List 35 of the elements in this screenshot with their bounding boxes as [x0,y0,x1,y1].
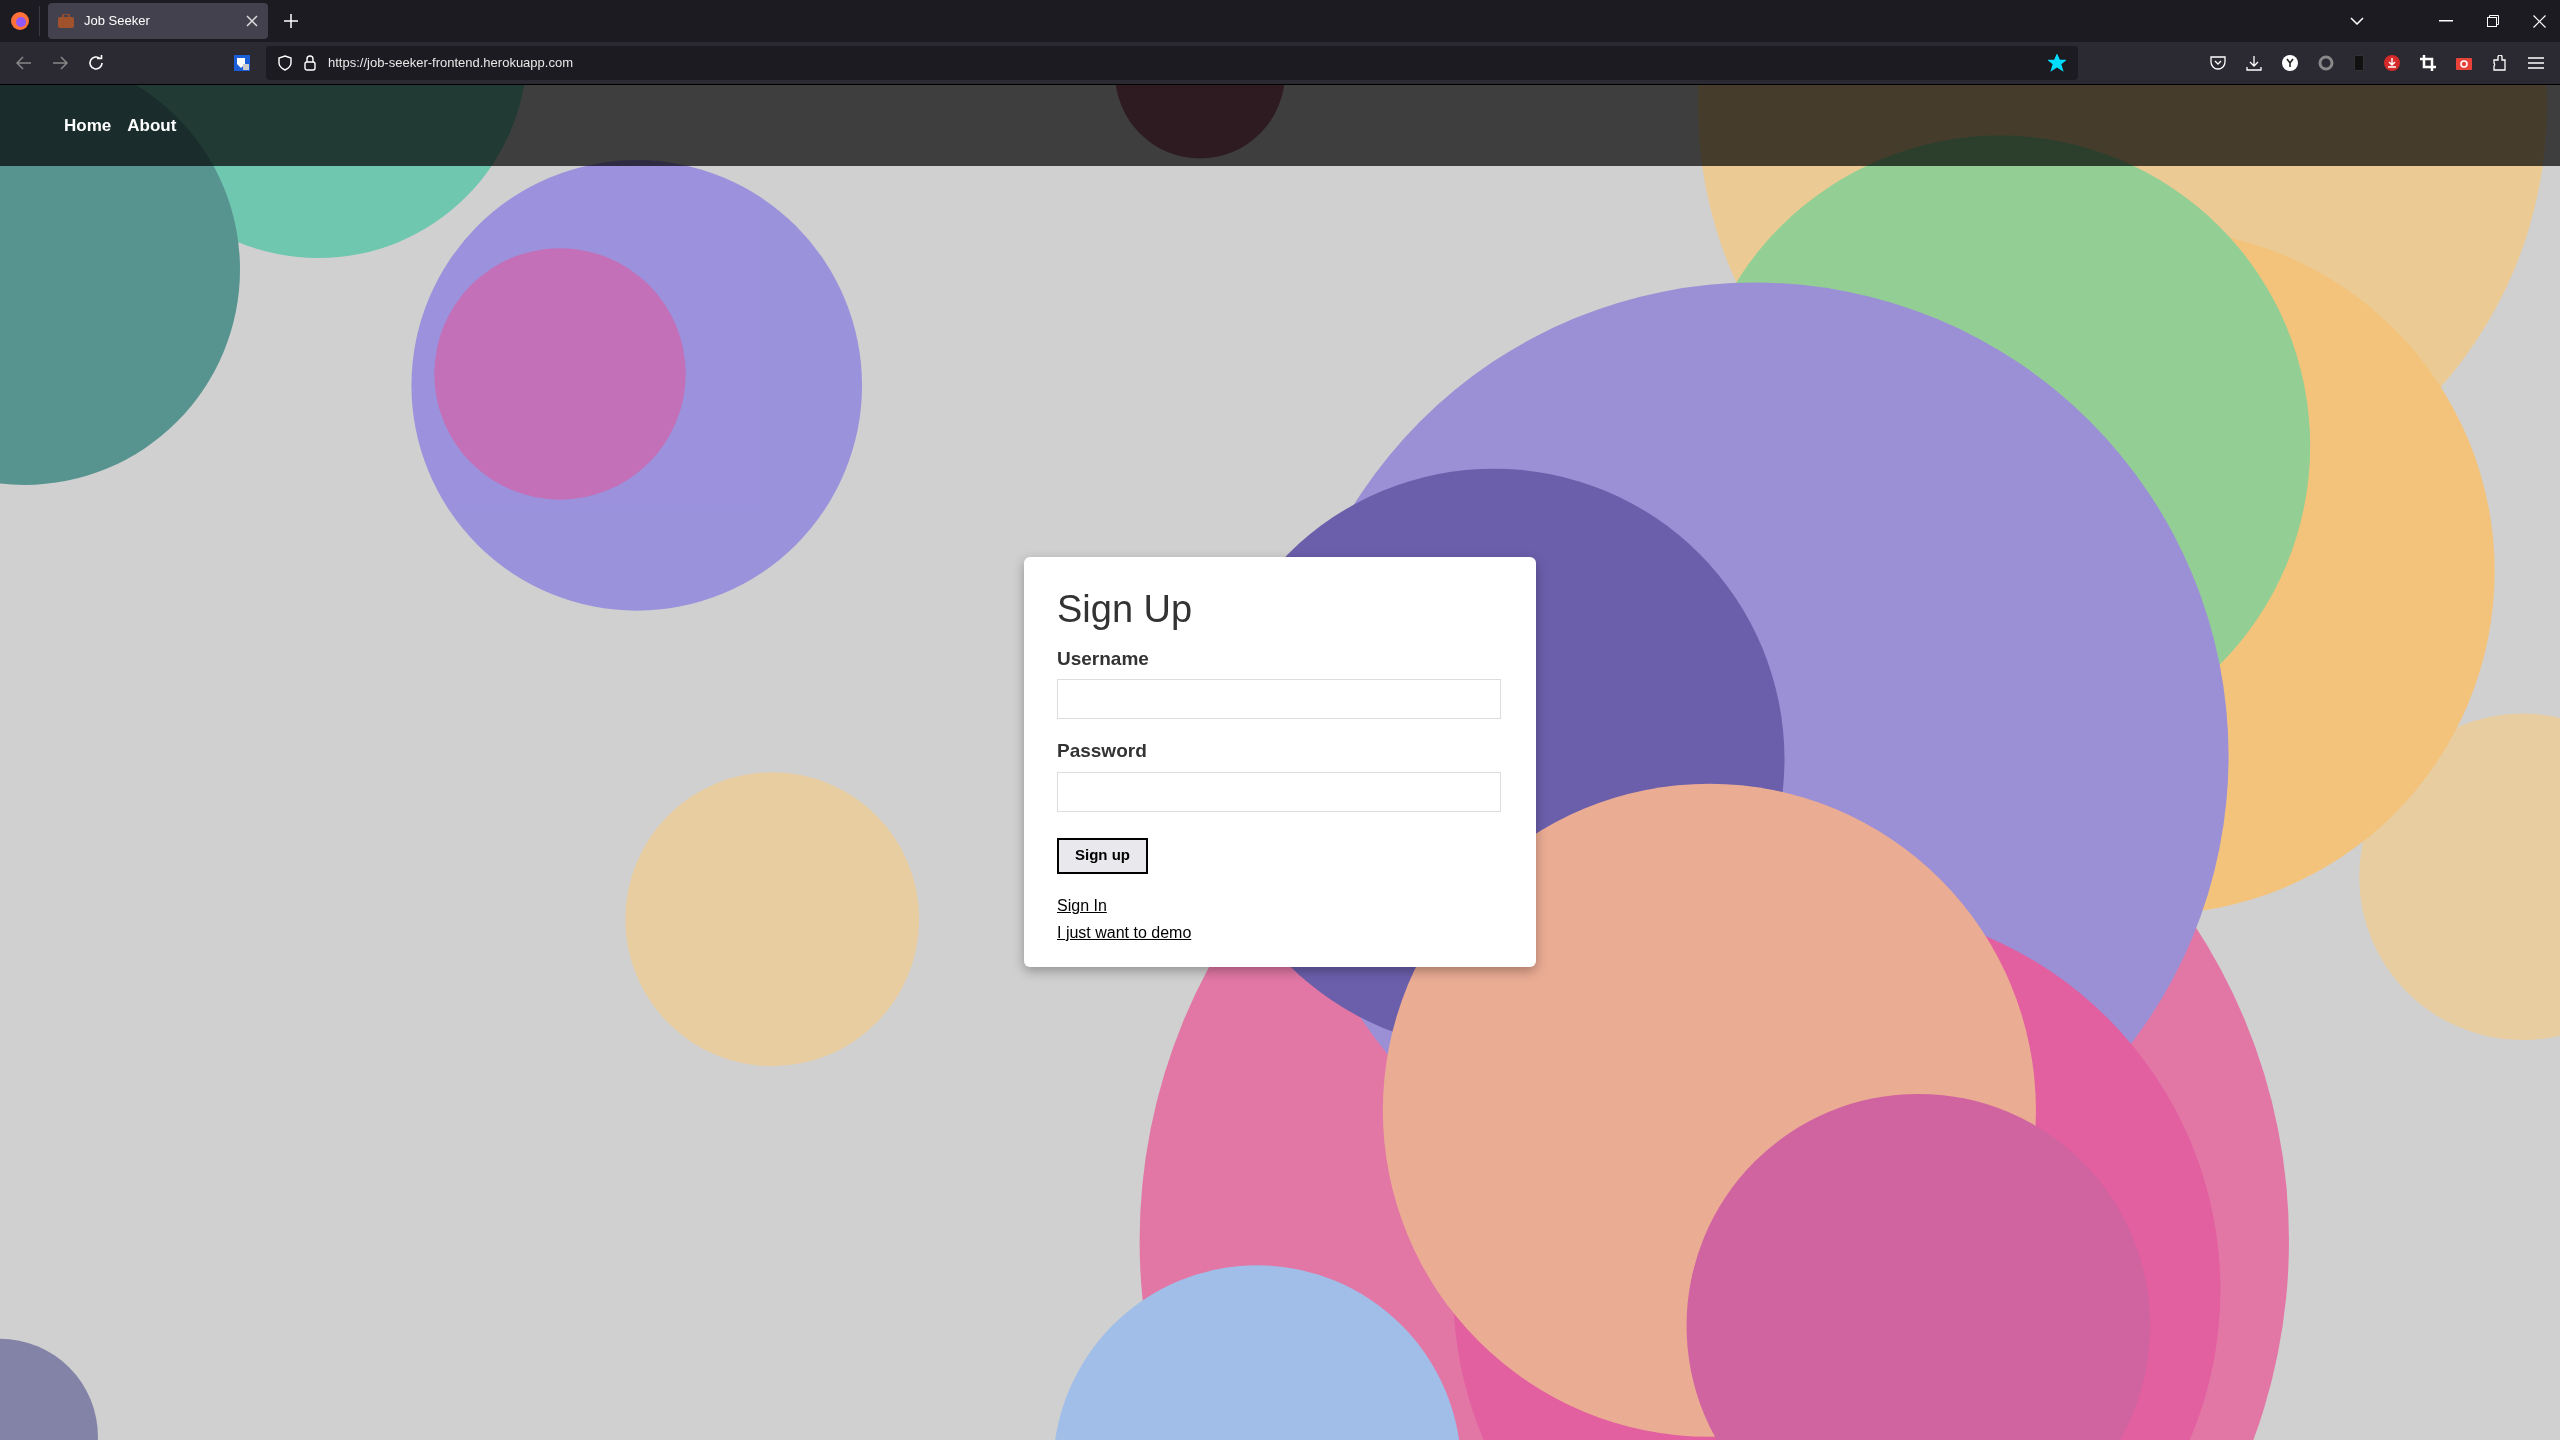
camera-icon[interactable] [2456,56,2472,70]
text-link[interactable]: I just want to demo [1057,920,1192,945]
puzzle-icon[interactable] [2492,55,2508,71]
field-label: Username [1057,646,1150,671]
nav-link[interactable]: About [127,112,177,139]
text-link[interactable]: Sign In [1057,893,1107,918]
chevron-down-icon[interactable] [2350,17,2364,25]
ring-icon[interactable] [2318,55,2334,71]
reload-icon[interactable] [88,55,104,71]
nav-link[interactable]: Home [64,112,112,139]
shield-icon[interactable] [278,55,292,71]
circle-icon[interactable] [2282,55,2298,71]
menu-icon[interactable] [2528,57,2544,69]
input-field[interactable] [1057,771,1501,812]
restore-icon[interactable] [2487,15,2499,27]
firefox-icon[interactable] [9,11,30,31]
new-tab-icon[interactable] [284,14,298,28]
field-label: Password [1057,739,1148,764]
minimize-icon[interactable] [2439,20,2453,22]
pocket-icon[interactable] [2210,55,2226,71]
input-field[interactable] [1057,679,1501,720]
lock-icon[interactable] [304,55,316,71]
crop-icon[interactable] [2420,55,2436,71]
forward-arrow-icon[interactable] [52,56,68,70]
briefcase-icon [58,14,74,28]
back-arrow-icon[interactable] [16,56,32,70]
browser-tab[interactable]: Job Seeker [48,3,268,39]
shield-lock-icon[interactable] [234,55,250,71]
form-title: Sign Up [1057,587,1194,632]
sign-up-button[interactable]: Sign up [1057,837,1148,874]
download-icon[interactable] [2246,55,2262,71]
star-icon[interactable] [2048,54,2066,72]
close-icon[interactable] [246,15,258,27]
download-icon[interactable] [2384,55,2400,71]
tab-title: Job Seeker [84,12,151,31]
